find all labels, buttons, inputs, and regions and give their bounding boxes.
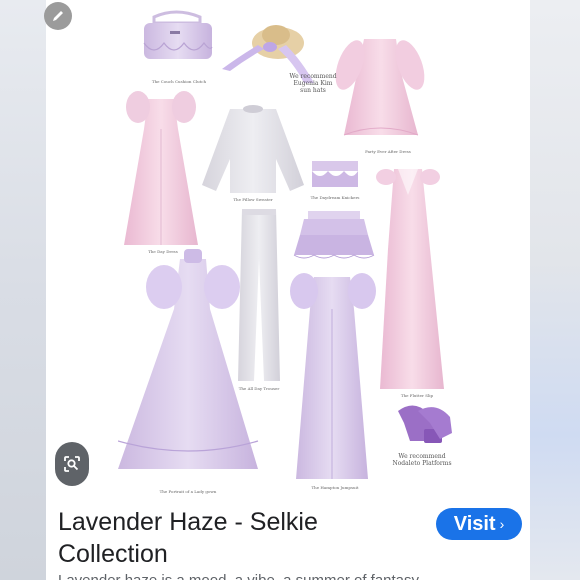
visit-button[interactable]: Visit › (436, 508, 522, 540)
ruffle-skirt-item (293, 211, 375, 259)
background-right (530, 0, 580, 580)
visit-label: Visit (453, 512, 496, 535)
result-title-line2: Collection (58, 540, 168, 568)
chevron-right-icon: › (499, 516, 505, 532)
caption-flutter-slip: The Flutter Slip (400, 393, 434, 398)
caption-clutch: The Couch Cushion Clutch (151, 79, 207, 84)
trousers-item (238, 209, 280, 381)
ruffle-top-item (312, 161, 358, 187)
result-title[interactable]: Lavender Haze - Selkie Collection (58, 506, 388, 570)
caption-hampton-jumpsuit: The Hampton Jumpsuit (311, 485, 359, 490)
caption-allday-trouser: The All Day Trouser (238, 386, 280, 391)
portrait-gown-item (118, 249, 259, 469)
caption-pillow-sweater: The Pillow Sweater (233, 197, 273, 202)
background-left (0, 0, 46, 580)
jumpsuit-item (290, 273, 376, 479)
result-title-line1: Lavender Haze - Selkie (58, 508, 318, 536)
clutch-item (143, 10, 213, 59)
caption-recommend-hat: We recommend Eugenia Kim sun hats (289, 73, 337, 94)
sweater-item (202, 105, 304, 193)
edit-button[interactable] (44, 2, 72, 30)
lens-search-button[interactable] (55, 442, 89, 486)
caption-portrait-gown: The Portrait of a Lady gown (159, 489, 217, 494)
google-lens-icon (64, 456, 80, 472)
result-snippet: Lavender haze is a mood, a vibe, a summe… (58, 570, 458, 580)
caption-daydream-knickers: The Daydream Knickers (310, 195, 360, 200)
pencil-icon (53, 11, 63, 21)
collage-image[interactable]: The Couch Cushion Clutch We recommend Eu… (118, 9, 462, 496)
day-dress-item (124, 91, 198, 245)
platform-shoes-item (398, 405, 452, 443)
caption-party-dress: Party Ever After Dress (365, 149, 411, 154)
slip-dress-item (376, 169, 444, 389)
caption-day-dress: The Day Dress (148, 249, 178, 254)
caption-recommend-platforms: We recommend Nodaleto Platforms (392, 453, 452, 467)
